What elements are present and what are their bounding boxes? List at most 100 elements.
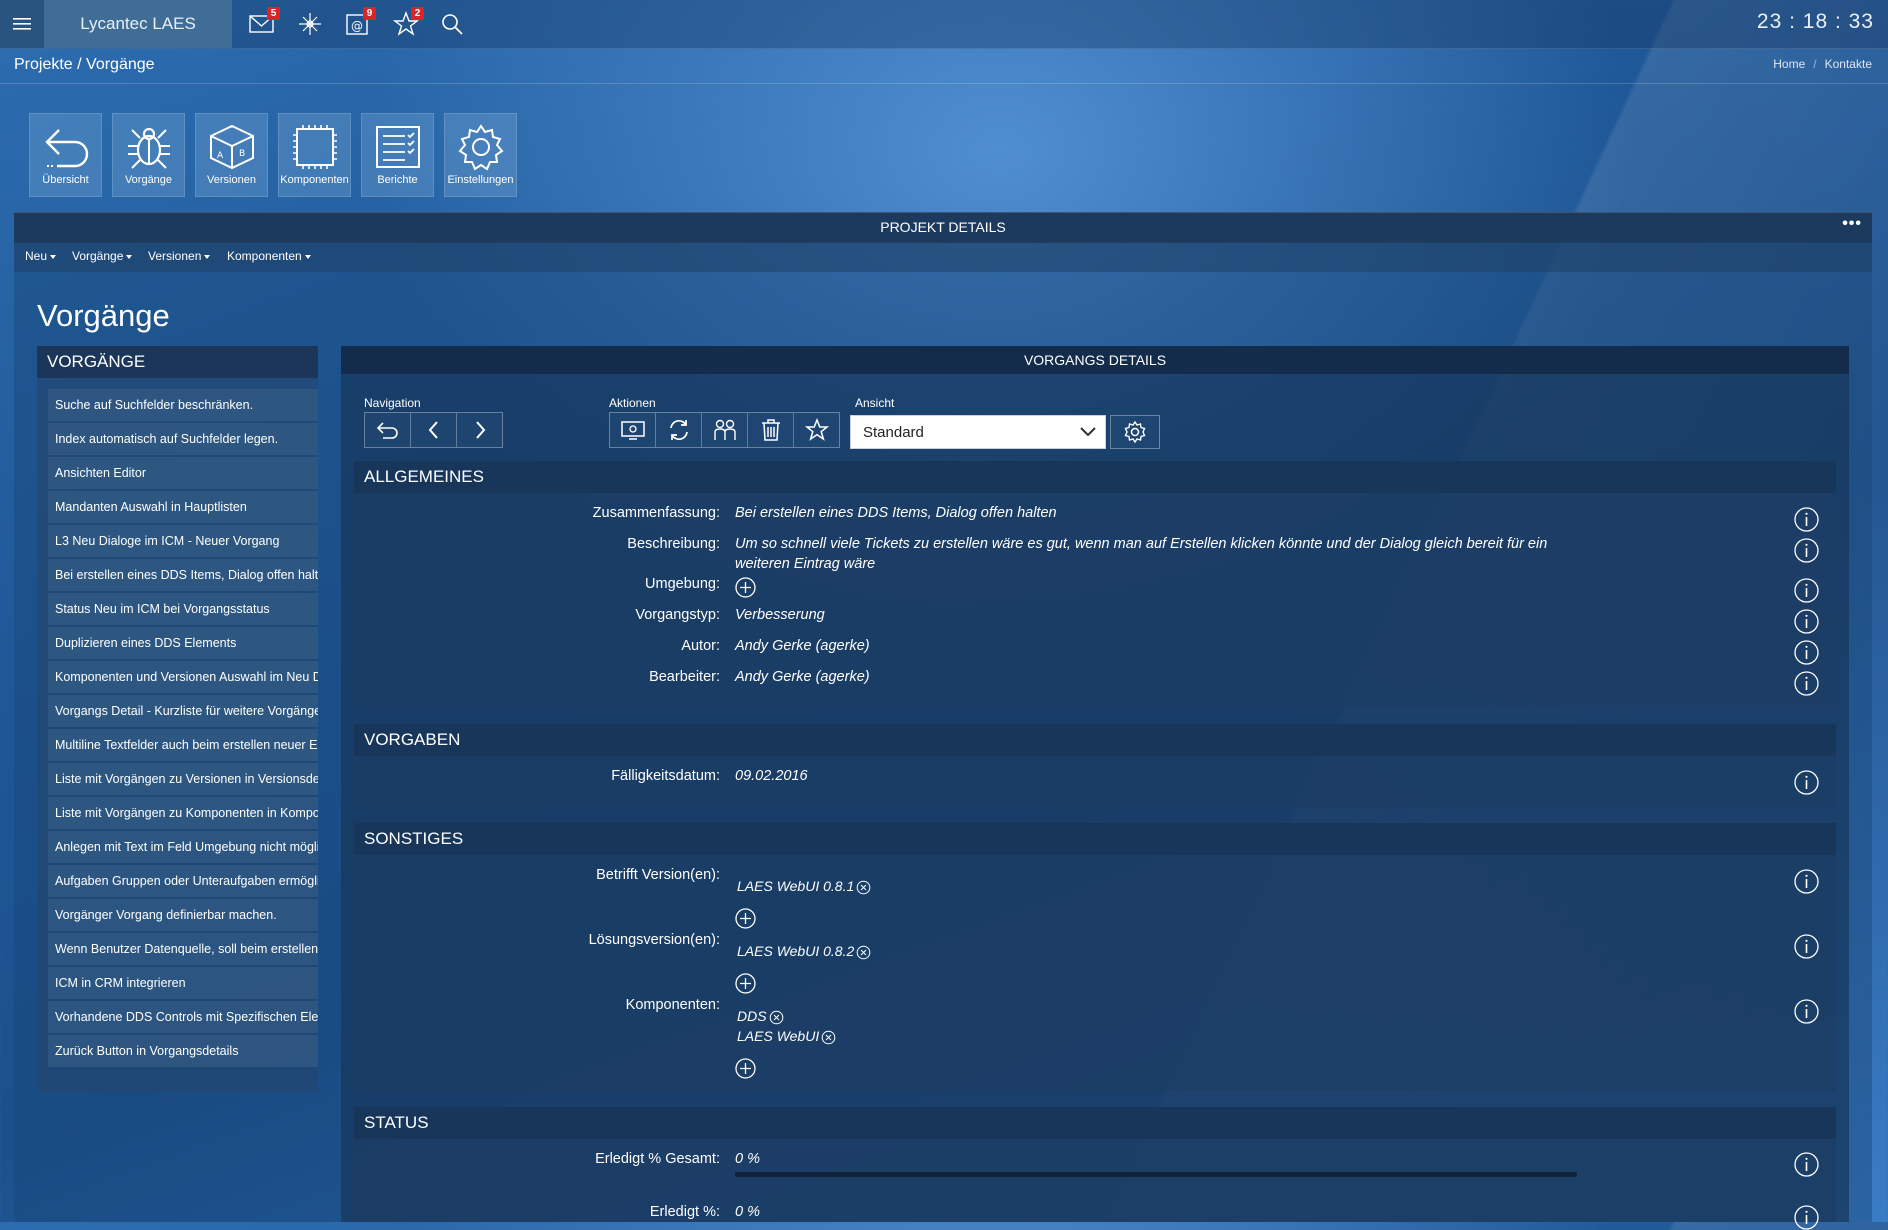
menu-vorgaenge[interactable]: Vorgänge [72,249,133,263]
info-icon[interactable] [1794,578,1819,603]
view-group-label: Ansicht [855,396,895,410]
tile-versionen[interactable]: AB Versionen [195,113,268,197]
beschreibung-value-line1[interactable]: Um so schnell viele Tickets zu erstellen… [735,536,1547,552]
menu-neu[interactable]: Neu [25,249,57,263]
bug-icon [127,127,170,169]
list-item[interactable]: Status Neu im ICM bei Vorgangsstatus [48,593,318,625]
info-icon[interactable] [1794,671,1819,696]
tile-vorgaenge[interactable]: Vorgänge [112,113,185,197]
bearbeiter-value[interactable]: Andy Gerke (agerke) [735,669,870,685]
view-settings-button[interactable] [1110,415,1160,449]
top-links: Home / Kontakte [1773,57,1872,71]
info-icon[interactable] [1794,1152,1819,1177]
hamburger-menu-button[interactable] [0,0,44,48]
action-refresh-button[interactable] [656,413,702,447]
search-button[interactable] [436,8,468,40]
list-item[interactable]: Liste mit Vorgängen zu Komponenten in Ko… [48,797,318,829]
mail-button[interactable]: 5 [246,7,280,40]
info-icon[interactable] [1794,934,1819,959]
kontakte-link[interactable]: Kontakte [1825,57,1872,71]
menu-neu-label: Neu [25,249,48,263]
component-chip[interactable]: DDS [737,1008,784,1025]
list-item[interactable]: Duplizieren eines DDS Elements [48,627,318,659]
list-item[interactable]: Zurück Button in Vorgangsdetails [48,1035,318,1067]
info-icon[interactable] [1794,507,1819,532]
project-more-button[interactable]: ••• [1842,215,1862,233]
nav-back-button[interactable] [365,413,411,447]
tile-uebersicht[interactable]: Übersicht [29,113,102,197]
info-icon[interactable] [1794,999,1819,1024]
at-mail-button[interactable]: @ 9 [342,7,376,40]
refresh-icon [669,419,688,441]
section-allgemeines-title: ALLGEMEINES [364,467,484,486]
list-item[interactable]: L3 Neu Dialoge im ICM - Neuer Vorgang [48,525,318,557]
home-link[interactable]: Home [1773,57,1805,71]
list-item[interactable]: Aufgaben Gruppen oder Unteraufgaben ermö… [48,865,318,897]
add-umgebung-icon[interactable] [735,577,756,598]
list-item[interactable]: Mandanten Auswahl in Hauptlisten [48,491,318,523]
action-delete-button[interactable] [748,413,794,447]
info-icon[interactable] [1794,538,1819,563]
svg-text:B: B [239,149,245,159]
version-chip-label: LAES WebUI 0.8.2 [737,943,855,959]
breadcrumb-bar [0,49,1888,84]
list-item[interactable]: Komponenten und Versionen Auswahl im Neu… [48,661,318,693]
list-item[interactable]: Multiline Textfelder auch beim erstellen… [48,729,318,761]
version-chip[interactable]: LAES WebUI 0.8.2 [737,943,871,960]
list-item[interactable]: Suche auf Suchfelder beschränken. [48,389,318,421]
beschreibung-value-line2[interactable]: weiteren Eintrag wäre [735,556,875,572]
info-icon[interactable] [1794,640,1819,665]
version-chip-label: LAES WebUI 0.8.1 [737,878,855,894]
view-select[interactable]: Standard [850,415,1106,449]
menu-komponenten[interactable]: Komponenten [227,249,311,263]
info-icon[interactable] [1794,869,1819,894]
list-item[interactable]: Index automatisch auf Suchfelder legen. [48,423,318,455]
sparkle-button[interactable] [294,8,326,40]
list-item[interactable]: Anlegen mit Text im Feld Umgebung nicht … [48,831,318,863]
tile-berichte[interactable]: Berichte [361,113,434,197]
autor-value[interactable]: Andy Gerke (agerke) [735,638,870,654]
list-item[interactable]: Liste mit Vorgängen zu Versionen in Vers… [48,763,318,795]
autor-label: Autor: [681,638,720,654]
remove-circle-icon[interactable] [769,1010,784,1025]
faelligkeitsdatum-value[interactable]: 09.02.2016 [735,768,808,784]
erledigt-gesamt-progress [735,1172,1577,1177]
vorgangstyp-value[interactable]: Verbesserung [735,607,825,623]
remove-circle-icon[interactable] [856,880,871,895]
action-watch-button[interactable] [610,413,656,447]
info-icon[interactable] [1794,609,1819,634]
favorites-button[interactable]: 2 [390,7,424,40]
list-item[interactable]: Wenn Benutzer Datenquelle, soll beim ers… [48,933,318,965]
info-icon[interactable] [1794,1205,1819,1230]
nav-previous-button[interactable] [411,413,457,447]
component-chip[interactable]: LAES WebUI [737,1028,836,1045]
list-item[interactable]: ICM in CRM integrieren [48,967,318,999]
vorgaenge-list-title: VORGÄNGE [47,352,146,371]
bearbeiter-label: Bearbeiter: [649,669,720,685]
nav-next-button[interactable] [457,413,502,447]
tile-komponenten[interactable]: Komponenten [278,113,351,197]
add-loesungsversion-icon[interactable] [735,973,756,994]
undo-arrow-icon [44,129,88,168]
list-item[interactable]: Vorgänger Vorgang definierbar machen. [48,899,318,931]
add-komponente-icon[interactable] [735,1058,756,1079]
tile-einstellungen[interactable]: Einstellungen [444,113,517,197]
remove-circle-icon[interactable] [821,1030,836,1045]
list-item[interactable]: Vorgangs Detail - Kurzliste für weitere … [48,695,318,727]
version-chip[interactable]: LAES WebUI 0.8.1 [737,878,871,895]
zusammenfassung-value[interactable]: Bei erstellen eines DDS Items, Dialog of… [735,505,1057,521]
menu-versionen[interactable]: Versionen [148,249,211,263]
list-item[interactable]: Vorhandene DDS Controls mit Spezifischen… [48,1001,318,1033]
tile-label: Komponenten [280,174,349,186]
remove-circle-icon[interactable] [856,945,871,960]
app-brand[interactable]: Lycantec LAES [44,0,232,48]
action-assign-button[interactable] [702,413,748,447]
info-icon[interactable] [1794,770,1819,795]
chevron-left-icon [428,421,438,439]
action-favorite-button[interactable] [794,413,839,447]
faelligkeitsdatum-label: Fälligkeitsdatum: [611,768,720,784]
list-item[interactable]: Bei erstellen eines DDS Items, Dialog of… [48,559,318,591]
add-version-icon[interactable] [735,908,756,929]
svg-text:@: @ [351,19,363,33]
list-item[interactable]: Ansichten Editor [48,457,318,489]
